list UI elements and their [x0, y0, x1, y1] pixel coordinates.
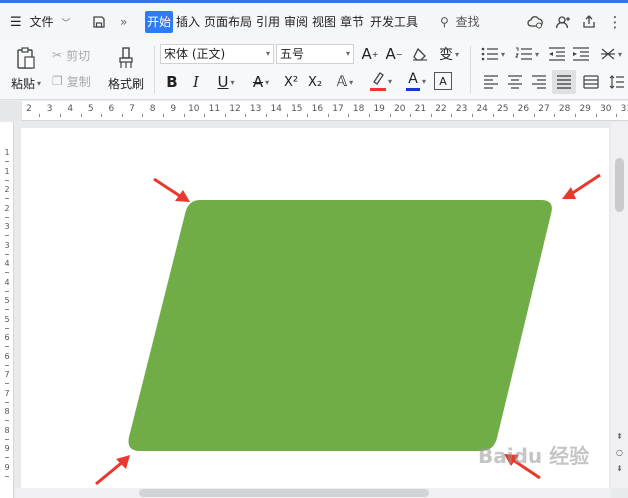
annotation-arrow — [95, 455, 130, 486]
horizontal-scroll-thumb[interactable] — [139, 489, 429, 497]
parallelogram-shape[interactable] — [128, 200, 552, 451]
horizontal-scrollbar[interactable] — [15, 488, 611, 498]
wps-writer-window: ☰ 文件 ﹀ » 开始 插入 页面布局 引用 审阅 视图 章节 开发工具 ⚲ 查… — [0, 0, 628, 498]
annotation-arrow — [153, 177, 190, 202]
select-browse-object-icon[interactable]: ○ — [611, 448, 628, 457]
canvas-overlay — [95, 173, 601, 486]
watermark: Baidu 经验 — [478, 444, 590, 468]
page-up-icon[interactable]: ⇞ — [611, 432, 628, 441]
vertical-scrollbar[interactable]: ⇞ ○ ⇟ — [611, 122, 628, 488]
annotation-arrow — [562, 173, 601, 199]
vertical-scroll-thumb[interactable] — [615, 158, 624, 212]
page-down-icon[interactable]: ⇟ — [611, 464, 628, 473]
